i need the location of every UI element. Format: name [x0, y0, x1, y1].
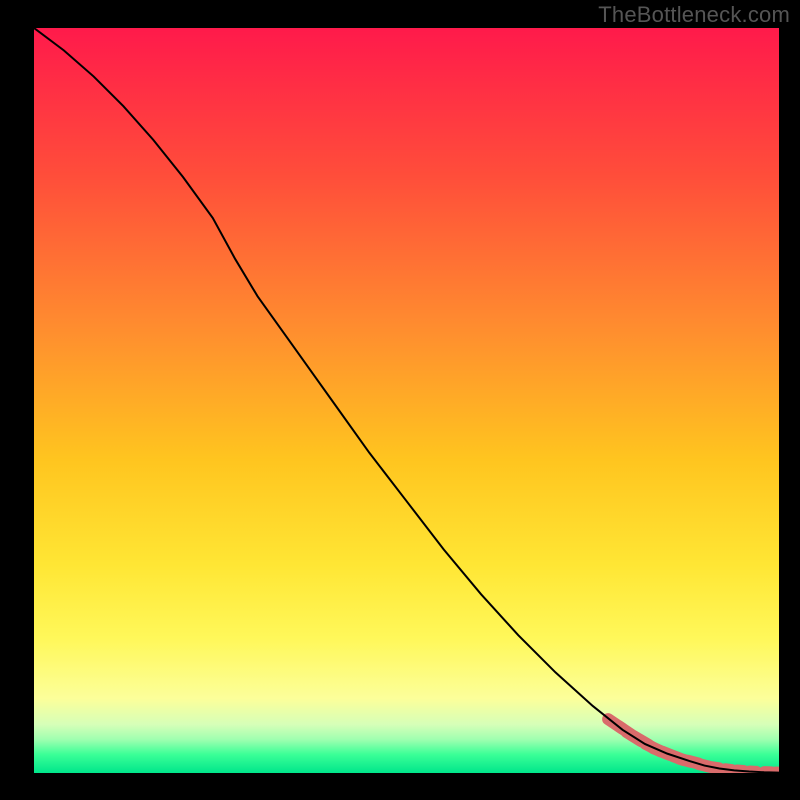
chart-plot	[34, 28, 779, 773]
chart-svg	[34, 28, 779, 773]
gradient-rect	[34, 28, 779, 773]
watermark-text: TheBottleneck.com	[598, 2, 790, 28]
chart-frame: TheBottleneck.com	[0, 0, 800, 800]
